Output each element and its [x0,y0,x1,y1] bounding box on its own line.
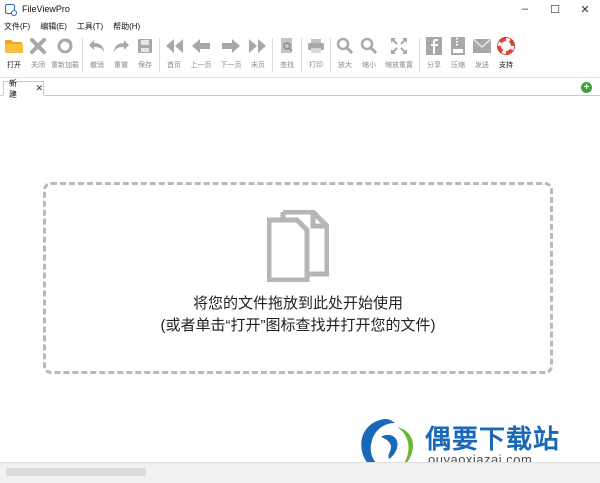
zoom-reset-label: 缩放重置 [385,62,413,69]
zip-icon [448,36,468,56]
window-controls: – ☐ ✕ [510,0,600,18]
toolbar-separator [330,38,331,72]
print-button[interactable]: 打印 [304,36,328,70]
print-label: 打印 [309,62,323,69]
redo-button[interactable]: 重做 [109,36,133,70]
last-page-label: 末页 [251,62,265,69]
menu-tools[interactable]: 工具(T) [77,21,103,32]
reload-button[interactable]: 重新加载 [50,36,80,70]
prev-page-icon [191,36,211,56]
support-button[interactable]: 支持 [494,36,518,70]
maximize-button[interactable]: ☐ [540,0,570,18]
find-icon [277,36,297,56]
close-file-button[interactable]: 关闭 [26,36,50,70]
first-page-icon [164,36,184,56]
file-drop-zone[interactable]: 将您的文件拖放到此处开始使用 (或者单击“打开”图标查找并打开您的文件) [43,182,553,374]
drop-hint: (或者单击“打开”图标查找并打开您的文件) [160,317,436,334]
toolbar-separator [301,38,302,72]
prev-page-button[interactable]: 上一页 [186,36,216,70]
horizontal-scrollbar[interactable] [6,468,146,476]
next-page-button[interactable]: 下一页 [216,36,246,70]
next-page-label: 下一页 [220,62,242,69]
share-button[interactable]: 分享 [422,36,446,70]
undo-icon [87,36,107,56]
toolbar-separator [159,38,160,72]
status-bar [0,462,600,483]
redo-icon [111,36,131,56]
tab-new[interactable]: 新建 ✕ [3,79,44,99]
title-bar: FileViewPro – ☐ ✕ [0,0,600,18]
menu-help[interactable]: 帮助(H) [113,21,140,32]
tab-close-icon[interactable]: ✕ [35,83,43,94]
save-label: 保存 [138,62,152,69]
next-page-icon [221,36,241,56]
find-button[interactable]: 查找 [275,36,299,70]
close-x-icon [28,36,48,56]
zoom-out-label: 缩小 [362,62,376,69]
support-label: 支持 [499,62,513,69]
mail-icon [472,36,492,56]
share-label: 分享 [427,62,441,69]
watermark-title: 偶要下载站 [425,424,561,454]
zoom-out-button[interactable]: 缩小 [357,36,381,70]
undo-label: 撤消 [90,62,104,69]
tab-bar: 新建 ✕ + [0,79,600,99]
menu-file[interactable]: 文件(F) [4,21,30,32]
toolbar-separator [82,38,83,72]
toolbar-separator [272,38,273,72]
app-logo-icon [5,4,17,16]
add-tab-icon[interactable]: + [581,82,592,93]
save-icon [135,36,155,56]
open-label: 打开 [7,62,21,69]
print-icon [306,36,326,56]
lifebuoy-icon [496,36,516,56]
minimize-button[interactable]: – [510,0,540,18]
send-button[interactable]: 发送 [470,36,494,70]
zoom-reset-button[interactable]: 缩放重置 [381,36,417,70]
toolbar: 打开 关闭 重新加载 撤消 重做 保存 首页 上一页 下一页 末页 查找 打印 … [0,36,600,78]
find-label: 查找 [280,62,294,69]
reload-label: 重新加载 [51,62,79,69]
undo-button[interactable]: 撤消 [85,36,109,70]
close-file-label: 关闭 [31,62,45,69]
zoom-out-icon [359,36,379,56]
send-label: 发送 [475,62,489,69]
menu-bar: 文件(F) 编辑(E) 工具(T) 帮助(H) [0,19,600,33]
redo-label: 重做 [114,62,128,69]
zoom-in-icon [335,36,355,56]
prev-page-label: 上一页 [190,62,212,69]
last-page-icon [248,36,268,56]
open-button[interactable]: 打开 [2,36,26,70]
compress-button[interactable]: 压缩 [446,36,470,70]
folder-open-icon [4,36,24,56]
last-page-button[interactable]: 末页 [246,36,270,70]
compress-label: 压缩 [451,62,465,69]
first-page-button[interactable]: 首页 [162,36,186,70]
window-title: FileViewPro [22,4,70,14]
close-button[interactable]: ✕ [570,0,600,18]
facebook-share-icon [424,36,444,56]
first-page-label: 首页 [167,62,181,69]
zoom-reset-icon [389,36,409,56]
document-icon [267,210,329,282]
drop-instruction: 将您的文件拖放到此处开始使用 [192,295,403,312]
zoom-in-label: 放大 [338,62,352,69]
zoom-in-button[interactable]: 放大 [333,36,357,70]
toolbar-separator [419,38,420,72]
tab-label: 新建 [9,78,17,99]
reload-icon [55,36,75,56]
save-button[interactable]: 保存 [133,36,157,70]
menu-edit[interactable]: 编辑(E) [40,21,67,32]
